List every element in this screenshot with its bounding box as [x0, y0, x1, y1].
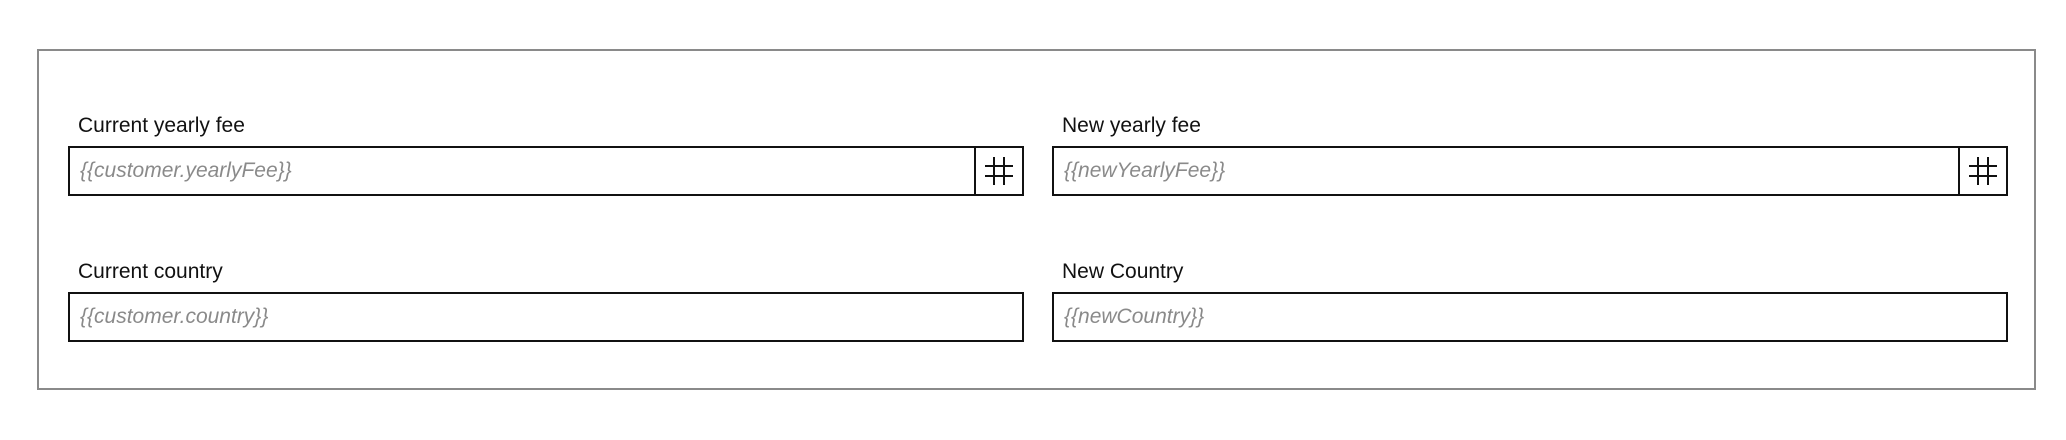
field-label: Current country: [78, 260, 223, 283]
field-box: [1052, 292, 2008, 342]
hash-icon: [985, 157, 1013, 185]
number-format-button[interactable]: [1958, 148, 2006, 194]
number-format-button[interactable]: [974, 148, 1022, 194]
hash-icon: [1969, 157, 1997, 185]
field-label: Current yearly fee: [78, 114, 245, 137]
field-box: [68, 146, 1024, 196]
field-label: New yearly fee: [1062, 114, 1201, 137]
field-label: New Country: [1062, 260, 1184, 283]
field-box: [1052, 146, 2008, 196]
new-country-input[interactable]: [1054, 294, 2006, 340]
new-yearly-fee-input[interactable]: [1054, 148, 1958, 194]
current-country-input[interactable]: [70, 294, 1022, 340]
current-yearly-fee-input[interactable]: [70, 148, 974, 194]
field-box: [68, 292, 1024, 342]
form-panel: Current yearly fee New yearly fee: [37, 49, 2036, 390]
